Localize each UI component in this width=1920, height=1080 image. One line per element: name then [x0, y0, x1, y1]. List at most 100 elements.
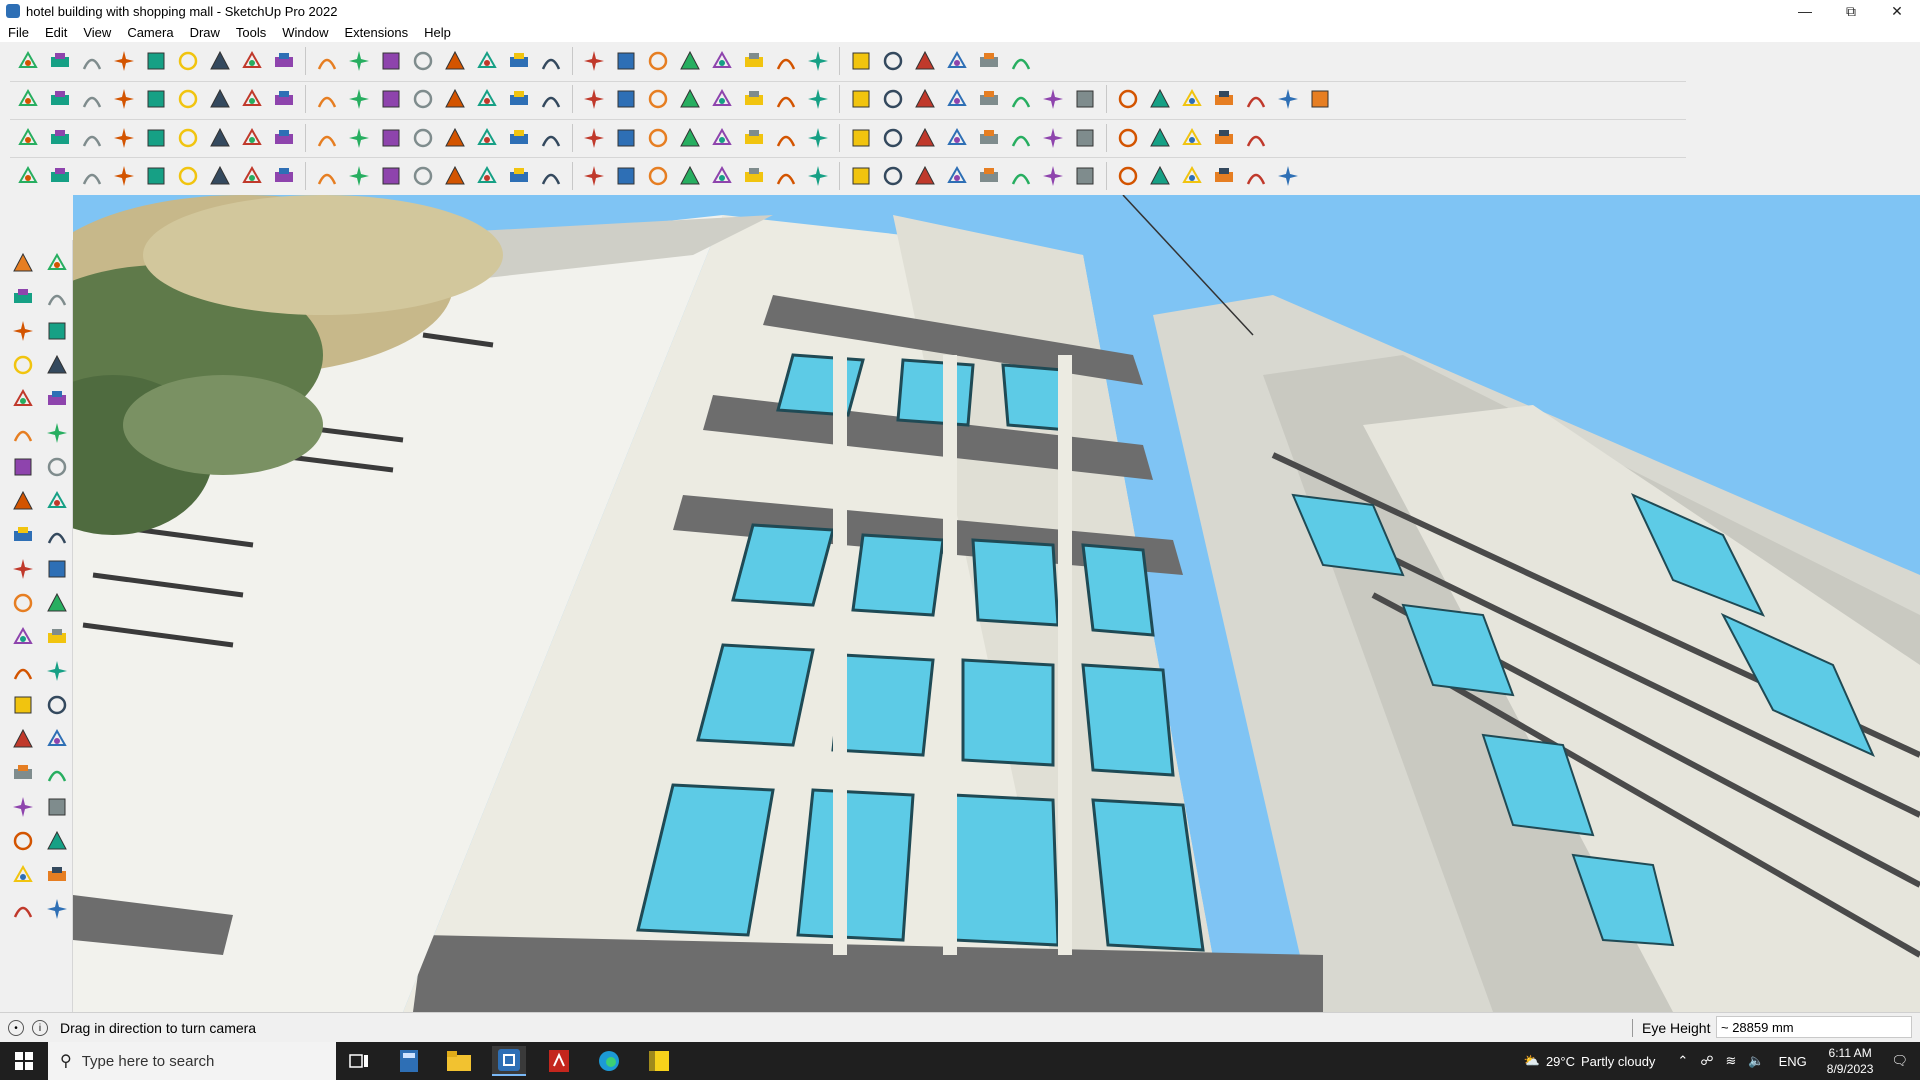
column-icon[interactable]: [473, 162, 501, 190]
layers-icon[interactable]: [708, 47, 736, 75]
round-corners-icon[interactable]: [708, 85, 736, 113]
select-icon[interactable]: [46, 47, 74, 75]
section-plane-icon[interactable]: [911, 47, 939, 75]
grid-orange-2-icon[interactable]: [1146, 124, 1174, 152]
undo-icon[interactable]: [943, 47, 971, 75]
task-view-icon[interactable]: [342, 1046, 376, 1076]
intersect-icon[interactable]: [174, 85, 202, 113]
tape-measure-icon[interactable]: [6, 586, 40, 620]
panel-icon[interactable]: [313, 124, 341, 152]
gem-red-icon[interactable]: [975, 124, 1003, 152]
warehouse-icon[interactable]: [6, 858, 40, 892]
tape-measure-icon[interactable]: [377, 47, 405, 75]
slope-4-icon[interactable]: [879, 162, 907, 190]
position-camera-icon[interactable]: [6, 790, 40, 824]
geo-location-icon[interactable]: •: [8, 1020, 24, 1036]
spiral-icon[interactable]: [740, 124, 768, 152]
plus-red-icon[interactable]: [473, 124, 501, 152]
material-7-icon[interactable]: [1306, 85, 1334, 113]
stair-7-icon[interactable]: [1114, 162, 1142, 190]
scale-icon[interactable]: [345, 47, 373, 75]
polygon-icon[interactable]: [40, 416, 74, 450]
layout-icon[interactable]: [78, 85, 106, 113]
material-2-icon[interactable]: [1146, 85, 1174, 113]
union-icon[interactable]: [206, 85, 234, 113]
shape-3-icon[interactable]: [804, 85, 832, 113]
minimize-button[interactable]: —: [1782, 0, 1828, 22]
menu-edit[interactable]: Edit: [37, 25, 75, 40]
orbit-icon[interactable]: [473, 47, 501, 75]
rotated-rectangle-icon[interactable]: [40, 382, 74, 416]
text-icon[interactable]: [40, 620, 74, 654]
rectangle-icon[interactable]: [6, 382, 40, 416]
rotate-icon[interactable]: [313, 47, 341, 75]
hose-icon[interactable]: [206, 162, 234, 190]
house-3-icon[interactable]: [505, 85, 533, 113]
offset-icon[interactable]: [40, 552, 74, 586]
section-display-icon[interactable]: [409, 85, 437, 113]
eraser-pink-icon[interactable]: [1071, 85, 1099, 113]
plus-green-icon[interactable]: [505, 124, 533, 152]
warning-icon[interactable]: [644, 124, 672, 152]
slope-5-icon[interactable]: [911, 162, 939, 190]
redo-icon[interactable]: [975, 47, 1003, 75]
measurements-input[interactable]: ~ 28859 mm: [1716, 1016, 1912, 1038]
top-view-icon[interactable]: [644, 47, 672, 75]
zoom-extents-icon[interactable]: [580, 47, 608, 75]
3d-text-icon[interactable]: [40, 654, 74, 688]
beam-icon[interactable]: [345, 124, 373, 152]
info-icon[interactable]: i: [32, 1020, 48, 1036]
shape-8-icon[interactable]: [975, 85, 1003, 113]
cylinder-icon[interactable]: [238, 162, 266, 190]
move-icon[interactable]: [6, 484, 40, 518]
solid-tools-icon[interactable]: [1007, 47, 1035, 75]
axes-icon[interactable]: [847, 47, 875, 75]
soften-icon[interactable]: [345, 85, 373, 113]
line-red-icon[interactable]: [1039, 85, 1067, 113]
push-icon[interactable]: [110, 85, 138, 113]
front-view-icon[interactable]: [676, 47, 704, 75]
cross-blue-icon[interactable]: [537, 124, 565, 152]
cone-icon[interactable]: [580, 124, 608, 152]
warehouse-icon[interactable]: [14, 85, 42, 113]
magnet-icon[interactable]: [847, 124, 875, 152]
iso-view-icon[interactable]: [612, 47, 640, 75]
pretzel-icon[interactable]: [708, 124, 736, 152]
gift-icon[interactable]: [1007, 124, 1035, 152]
orbit-icon[interactable]: [6, 688, 40, 722]
language-indicator[interactable]: ENG: [1779, 1054, 1807, 1069]
pencil-line-icon[interactable]: [110, 47, 138, 75]
hand-icon[interactable]: [612, 162, 640, 190]
eraser-icon[interactable]: [78, 47, 106, 75]
stair-11-icon[interactable]: [1242, 162, 1270, 190]
shape-5-icon[interactable]: [879, 85, 907, 113]
edge-browser-icon[interactable]: [592, 1046, 626, 1076]
stair-8-icon[interactable]: [1146, 162, 1174, 190]
protractor-icon[interactable]: [644, 85, 672, 113]
select-arrow-icon[interactable]: [6, 246, 40, 280]
curve-red-icon[interactable]: [46, 162, 74, 190]
eraser-icon[interactable]: [40, 280, 74, 314]
menu-file[interactable]: File: [0, 25, 37, 40]
ruler-icon[interactable]: [409, 162, 437, 190]
slope-3-icon[interactable]: [847, 162, 875, 190]
shape-1-icon[interactable]: [740, 85, 768, 113]
start-button[interactable]: [0, 1042, 48, 1080]
snap-icon[interactable]: [772, 124, 800, 152]
components-icon[interactable]: [804, 47, 832, 75]
menu-window[interactable]: Window: [274, 25, 336, 40]
stair-3-icon[interactable]: [975, 162, 1003, 190]
pan-icon[interactable]: [505, 47, 533, 75]
menu-help[interactable]: Help: [416, 25, 459, 40]
section-plane-icon[interactable]: [40, 824, 74, 858]
loop-orange-icon[interactable]: [206, 124, 234, 152]
zoom-icon[interactable]: [537, 47, 565, 75]
make-component-icon[interactable]: [40, 246, 74, 280]
face-gray-icon[interactable]: [174, 124, 202, 152]
shape-2-icon[interactable]: [772, 85, 800, 113]
car-icon[interactable]: [78, 162, 106, 190]
duplicate-icon[interactable]: [943, 124, 971, 152]
face-red-icon[interactable]: [142, 124, 170, 152]
window-orange-icon[interactable]: [1071, 124, 1099, 152]
bezier-icon[interactable]: [441, 124, 469, 152]
